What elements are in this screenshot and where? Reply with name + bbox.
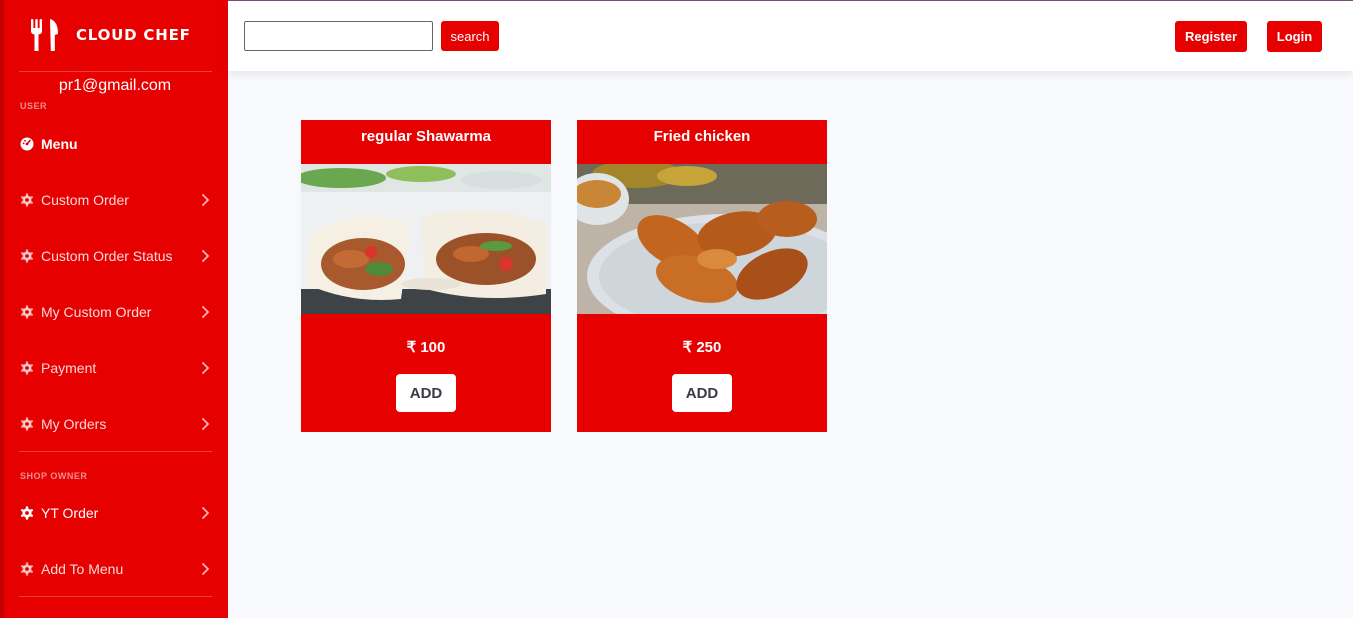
- sidebar-item-menu[interactable]: Menu: [20, 129, 212, 159]
- brand-name: CLOUD CHEF: [76, 26, 191, 44]
- chevron-right-icon: [200, 562, 210, 576]
- section-label-user: USER: [20, 101, 48, 111]
- chevron-right-icon: [200, 249, 210, 263]
- menu-card: regular Shawarma ₹ 100 ADD: [301, 120, 551, 432]
- sidebar-divider: [19, 596, 212, 597]
- sidebar-item-label: YT Order: [41, 505, 99, 521]
- sidebar-item-label: Payment: [41, 360, 97, 376]
- register-button[interactable]: Register: [1175, 21, 1247, 52]
- gear-icon: [20, 249, 34, 263]
- user-email: pr1@gmail.com: [58, 77, 172, 94]
- add-button[interactable]: ADD: [396, 374, 456, 412]
- sidebar-item-payment[interactable]: Payment: [20, 353, 212, 383]
- card-price: ₹ 100: [406, 339, 446, 356]
- fried-chicken-image: [577, 164, 827, 314]
- card-price: ₹ 250: [682, 339, 722, 356]
- chevron-right-icon: [200, 361, 210, 375]
- sidebar-item-label: Add To Menu: [41, 561, 124, 577]
- search-button[interactable]: search: [441, 21, 499, 51]
- topbar: search Register Login: [228, 0, 1353, 71]
- sidebar-item-custom-order-status[interactable]: Custom Order Status: [20, 241, 212, 271]
- dashboard-icon: [20, 137, 34, 151]
- utensils-icon: [30, 18, 60, 52]
- sidebar-item-label: Custom Order Status: [41, 248, 173, 264]
- sidebar-divider: [19, 451, 212, 452]
- brand[interactable]: CLOUD CHEF: [30, 18, 191, 52]
- sidebar-item-label: My Orders: [41, 416, 107, 432]
- sidebar-item-my-orders[interactable]: My Orders: [20, 409, 212, 439]
- sidebar-item-custom-order[interactable]: Custom Order: [20, 185, 212, 215]
- gear-icon: [20, 361, 34, 375]
- sidebar-item-my-custom-order[interactable]: My Custom Order: [20, 297, 212, 327]
- shawarma-image: [301, 164, 551, 314]
- login-button[interactable]: Login: [1267, 21, 1322, 52]
- section-label-shop-owner: SHOP OWNER: [20, 471, 88, 481]
- sidebar-divider: [19, 71, 212, 72]
- chevron-right-icon: [200, 193, 210, 207]
- gear-icon: [20, 562, 34, 576]
- sidebar-item-label: Custom Order: [41, 192, 129, 208]
- sidebar-item-add-to-menu[interactable]: Add To Menu: [20, 554, 212, 584]
- card-title: Fried chicken: [653, 128, 751, 145]
- sidebar-item-yt-order[interactable]: YT Order: [20, 498, 212, 528]
- chevron-right-icon: [200, 506, 210, 520]
- add-button[interactable]: ADD: [672, 374, 732, 412]
- sidebar-item-label: Menu: [41, 136, 78, 152]
- gear-icon: [20, 417, 34, 431]
- sidebar-item-label: My Custom Order: [41, 304, 152, 320]
- gear-icon: [20, 193, 34, 207]
- menu-card: Fried chicken ₹ 250 ADD: [577, 120, 827, 432]
- card-title: regular Shawarma: [360, 128, 492, 145]
- gear-icon: [20, 305, 34, 319]
- search-input[interactable]: [244, 21, 433, 51]
- chevron-right-icon: [200, 417, 210, 431]
- gear-icon: [20, 506, 34, 520]
- sidebar: CLOUD CHEF pr1@gmail.com USER Menu Custo…: [0, 0, 228, 618]
- chevron-right-icon: [200, 305, 210, 319]
